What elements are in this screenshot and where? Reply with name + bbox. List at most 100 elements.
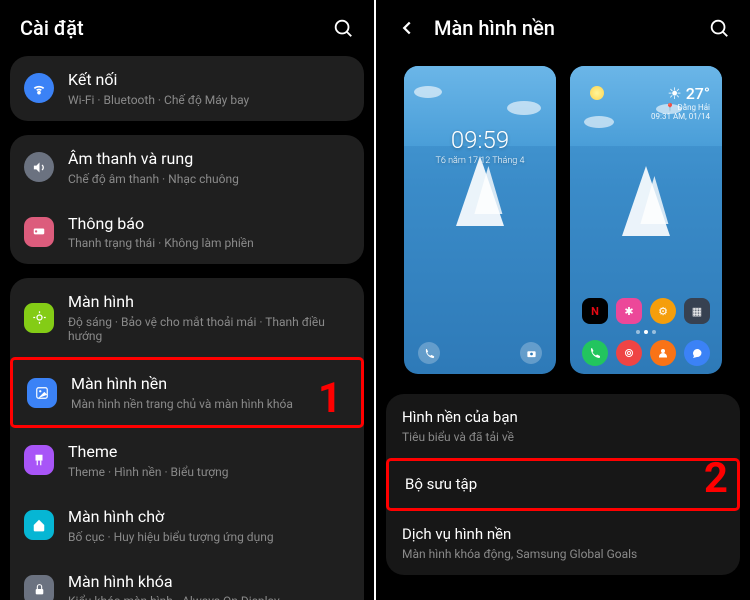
wallpaper-header: Màn hình nền (376, 0, 750, 56)
home-dock (570, 340, 722, 366)
settings-list: Kết nối Wi-Fi · Bluetooth · Chế độ Máy b… (0, 56, 374, 600)
settings-group-connectivity: Kết nối Wi-Fi · Bluetooth · Chế độ Máy b… (10, 56, 364, 121)
theme-icon (24, 445, 54, 475)
temp-value: 27° (686, 84, 710, 103)
page-indicator (570, 330, 722, 334)
chevron-left-icon (396, 17, 418, 39)
settings-group-display: Màn hình Độ sáng · Bảo vệ cho mắt thoải … (10, 278, 364, 600)
search-button[interactable] (708, 17, 730, 39)
item-subtitle: Theme · Hình nền · Biểu tượng (68, 465, 350, 479)
lock-time: 09:59 T6 năm 17 12 Tháng 4 (404, 126, 556, 166)
item-title: Theme (68, 442, 350, 463)
home-apps-row: N ✱ ⚙ ▦ (570, 298, 722, 324)
wallpaper-options: Hình nền của bạn Tiêu biểu và đã tải về … (376, 394, 750, 600)
weather-temp: ☀ 27° (651, 84, 710, 103)
item-title: Màn hình khóa (68, 572, 350, 593)
sound-icon (24, 152, 54, 182)
wifi-icon (24, 73, 54, 103)
item-subtitle: Bố cục · Huy hiệu biểu tượng ứng dụng (68, 530, 350, 544)
item-subtitle: Thanh trạng thái · Không làm phiền (68, 236, 350, 250)
app-folder-icon: ▦ (684, 298, 710, 324)
lock-clock: 09:59 (404, 126, 556, 154)
item-subtitle: Màn hình khóa động, Samsung Global Goals (402, 547, 724, 561)
preview-lockscreen[interactable]: 09:59 T6 năm 17 12 Tháng 4 (404, 66, 556, 374)
item-title: Màn hình chờ (68, 507, 350, 528)
item-title: Màn hình (68, 292, 350, 313)
item-title: Bộ sưu tập (405, 475, 721, 495)
wallpaper-screen: Màn hình nền 09:59 T6 năm 17 12 Tháng 4 (376, 0, 750, 600)
option-wallpaper-services[interactable]: Dịch vụ hình nền Màn hình khóa động, Sam… (386, 511, 740, 575)
lock-date: T6 năm 17 12 Tháng 4 (404, 156, 556, 166)
settings-item-theme[interactable]: Theme Theme · Hình nền · Biểu tượng (10, 428, 364, 493)
app-icon: ✱ (616, 298, 642, 324)
weather-location: 📍 Đằng Hải (651, 103, 710, 112)
item-text: Thông báo Thanh trạng thái · Không làm p… (68, 214, 350, 251)
item-subtitle: Kiểu khóa màn hình · Always On Display (68, 594, 350, 600)
item-title: Kết nối (68, 70, 350, 91)
back-button[interactable] (396, 17, 418, 39)
home-icon (24, 510, 54, 540)
camera-icon (520, 342, 542, 364)
display-icon (24, 303, 54, 333)
item-text: Dịch vụ hình nền Màn hình khóa động, Sam… (402, 525, 724, 561)
item-text: Màn hình khóa Kiểu khóa màn hình · Alway… (68, 572, 350, 600)
search-icon (332, 17, 354, 39)
settings-screen: Cài đặt Kết nối Wi-Fi · Bluetooth · Chế … (0, 0, 376, 600)
settings-item-notifications[interactable]: Thông báo Thanh trạng thái · Không làm p… (10, 200, 364, 265)
sun-icon (590, 86, 604, 100)
phone-icon (418, 342, 440, 364)
step-marker-2: 2 (704, 454, 728, 503)
item-text: Màn hình chờ Bố cục · Huy hiệu biểu tượn… (68, 507, 350, 544)
contacts-app-icon (650, 340, 676, 366)
wallpaper-previews: 09:59 T6 năm 17 12 Tháng 4 ☀ (376, 56, 750, 394)
settings-item-lockscreen[interactable]: Màn hình khóa Kiểu khóa màn hình · Alway… (10, 558, 364, 600)
item-text: Âm thanh và rung Chế độ âm thanh · Nhạc … (68, 149, 350, 186)
item-subtitle: Chế độ âm thanh · Nhạc chuông (68, 172, 350, 186)
bell-icon (24, 217, 54, 247)
boat-icon (474, 166, 502, 214)
settings-group-notifications: Âm thanh và rung Chế độ âm thanh · Nhạc … (10, 135, 364, 265)
boat-icon (640, 176, 668, 224)
item-text: Màn hình Độ sáng · Bảo vệ cho mắt thoải … (68, 292, 350, 343)
messages-app-icon (684, 340, 710, 366)
item-subtitle: Màn hình nền trang chủ và màn hình khóa (71, 397, 347, 411)
wallpaper-icon (27, 378, 57, 408)
item-text: Hình nền của bạn Tiêu biểu và đã tải về (402, 408, 724, 444)
item-text: Kết nối Wi-Fi · Bluetooth · Chế độ Máy b… (68, 70, 350, 107)
lock-icon (24, 575, 54, 600)
camera-app-icon (616, 340, 642, 366)
settings-item-homescreen[interactable]: Màn hình chờ Bố cục · Huy hiệu biểu tượn… (10, 493, 364, 558)
item-subtitle: Độ sáng · Bảo vệ cho mắt thoải mái · Tha… (68, 315, 350, 343)
search-button[interactable] (332, 17, 354, 39)
weather-widget: ☀ 27° 📍 Đằng Hải 09:31 AM, 01/14 (651, 84, 710, 121)
wallpaper-title: Màn hình nền (434, 16, 692, 40)
settings-header: Cài đặt (0, 0, 374, 56)
lock-shortcuts (404, 342, 556, 364)
item-title: Thông báo (68, 214, 350, 235)
item-text: Bộ sưu tập (405, 475, 721, 495)
weather-time: 09:31 AM, 01/14 (651, 112, 710, 121)
item-title: Dịch vụ hình nền (402, 525, 724, 545)
option-gallery[interactable]: Bộ sưu tập (386, 458, 740, 512)
settings-item-connections[interactable]: Kết nối Wi-Fi · Bluetooth · Chế độ Máy b… (10, 56, 364, 121)
item-subtitle: Wi-Fi · Bluetooth · Chế độ Máy bay (68, 93, 350, 107)
item-subtitle: Tiêu biểu và đã tải về (402, 430, 724, 444)
loc-value: Đằng Hải (677, 103, 710, 112)
settings-item-display[interactable]: Màn hình Độ sáng · Bảo vệ cho mắt thoải … (10, 278, 364, 357)
item-title: Màn hình nền (71, 374, 347, 395)
wallpaper-sources-group: Hình nền của bạn Tiêu biểu và đã tải về … (386, 394, 740, 575)
phone-app-icon (582, 340, 608, 366)
settings-item-wallpaper[interactable]: Màn hình nền Màn hình nền trang chủ và m… (10, 357, 364, 428)
settings-title: Cài đặt (20, 16, 316, 40)
item-text: Theme Theme · Hình nền · Biểu tượng (68, 442, 350, 479)
item-title: Âm thanh và rung (68, 149, 350, 170)
preview-homescreen[interactable]: ☀ 27° 📍 Đằng Hải 09:31 AM, 01/14 N ✱ ⚙ ▦ (570, 66, 722, 374)
item-title: Hình nền của bạn (402, 408, 724, 428)
app-icon: N (582, 298, 608, 324)
search-icon (708, 17, 730, 39)
settings-item-sound[interactable]: Âm thanh và rung Chế độ âm thanh · Nhạc … (10, 135, 364, 200)
item-text: Màn hình nền Màn hình nền trang chủ và m… (71, 374, 347, 411)
step-marker-1: 1 (318, 374, 342, 423)
option-your-wallpapers[interactable]: Hình nền của bạn Tiêu biểu và đã tải về (386, 394, 740, 458)
app-icon: ⚙ (650, 298, 676, 324)
